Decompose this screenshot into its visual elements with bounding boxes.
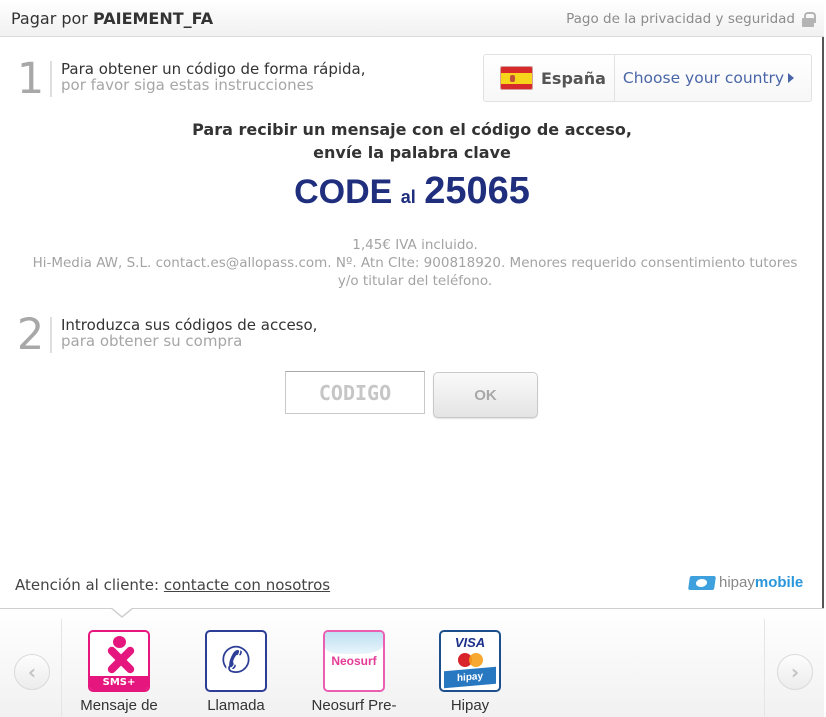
price-info: 1,45€ IVA incluido. (352, 237, 478, 253)
step-1-title: Para obtener un código de forma rápida, (61, 60, 366, 78)
title-prefix: Pagar por (11, 9, 88, 28)
step-1-subtitle: por favor siga estas instrucciones (61, 76, 314, 94)
method-neosurf[interactable]: Neosurf Neosurf Pre- (304, 630, 404, 714)
next-methods-button[interactable]: › (777, 654, 813, 690)
method-label: Llamada (207, 697, 265, 714)
visa-mastercard-hipay-icon: VISA hipay (439, 630, 501, 692)
brand-bold: mobile (754, 574, 804, 591)
chevron-right-icon: › (790, 660, 800, 684)
current-country: España (541, 68, 606, 88)
step-2-subtitle: para obtener su compra (61, 332, 243, 350)
support-label: Atención al cliente: (15, 576, 160, 594)
step-2-title: Introduzca sus códigos de acceso, (61, 316, 318, 334)
contact-us-link[interactable]: contacte con nosotros (164, 576, 330, 594)
legal-details: Hi-Media AW, S.L. contact.es@allopass.co… (32, 255, 798, 289)
customer-support: Atención al cliente: contacte con nosotr… (15, 576, 330, 594)
lock-icon (802, 11, 816, 27)
method-call[interactable]: ✆ Llamada (186, 630, 286, 714)
instruction-line-2: envíe la palabra clave (313, 143, 511, 162)
step-2: 2 Introduzca sus códigos de acceso, para… (13, 310, 318, 360)
step-number: 1 (16, 54, 45, 104)
method-hipay[interactable]: VISA hipay Hipay (420, 630, 520, 714)
payment-methods-tray: ‹ SMS+ Mensaje de ✆ Llamada Neosurf Neos… (0, 607, 824, 717)
brand-light: hipay (719, 574, 755, 591)
method-label: Mensaje de (80, 697, 158, 714)
hipay-mobile-logo: hipaymobile (688, 574, 804, 591)
tray-divider-right (764, 619, 765, 717)
selected-pointer (110, 607, 134, 618)
neosurf-icon: Neosurf (323, 630, 385, 692)
ok-button[interactable]: OK (433, 372, 538, 418)
access-code-input[interactable] (285, 371, 425, 414)
country-divider (613, 55, 615, 101)
step-number: 2 (16, 310, 45, 360)
instruction-line-1: Para recibir un mensaje con el código de… (192, 120, 632, 139)
tray-divider-left (61, 619, 62, 717)
method-label: Hipay (450, 697, 490, 714)
product-name: PAIEMENT_FA (92, 9, 214, 28)
caret-right-icon (788, 73, 795, 83)
sms-plus-icon: SMS+ (88, 630, 150, 692)
hipay-logo-icon (688, 575, 716, 590)
payment-dialog: Pagar por PAIEMENT_FA Pago de la privaci… (0, 0, 824, 717)
method-sms[interactable]: SMS+ Mensaje de (69, 630, 169, 714)
security-label: Pago de la privacidad y seguridad (566, 11, 795, 27)
sms-connector: al (400, 187, 416, 207)
phone-icon: ✆ (205, 630, 267, 692)
step-divider (50, 317, 52, 353)
security-notice: Pago de la privacidad y seguridad (566, 11, 816, 27)
sms-short-number: 25065 (424, 170, 530, 212)
dialog-title: Pagar por PAIEMENT_FA (11, 9, 213, 28)
spain-flag-icon (500, 66, 533, 90)
method-label: Neosurf Pre- (311, 697, 397, 714)
choose-country-label: Choose your country (622, 69, 785, 87)
chevron-left-icon: ‹ (27, 660, 37, 684)
previous-methods-button[interactable]: ‹ (14, 654, 50, 690)
sms-code-instruction: CODE al 25065 (0, 170, 824, 213)
choose-country-link[interactable]: Choose your country (622, 69, 795, 87)
sms-keyword: CODE (294, 173, 393, 211)
country-selector[interactable]: España Choose your country (483, 54, 812, 102)
dialog-header: Pagar por PAIEMENT_FA Pago de la privaci… (0, 0, 824, 37)
step-divider (50, 61, 52, 97)
step-1: 1 Para obtener un código de forma rápida… (13, 54, 366, 104)
